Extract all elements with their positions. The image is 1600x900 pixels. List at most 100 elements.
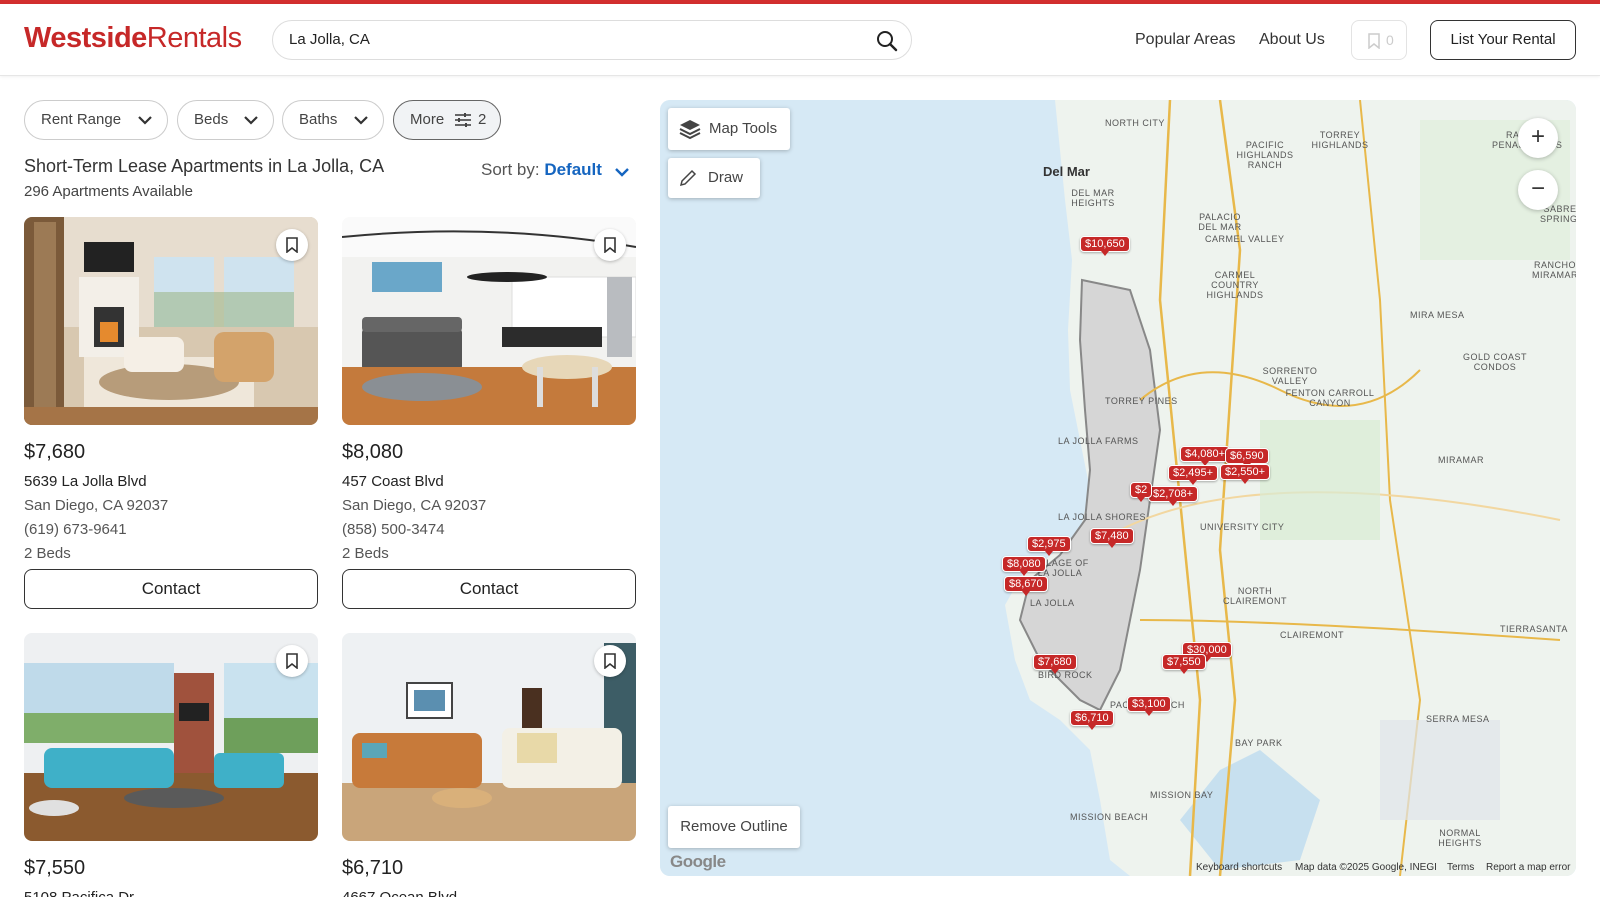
map-price-pin[interactable]: $2 [1130, 482, 1153, 502]
nav-popular-areas[interactable]: Popular Areas [1135, 31, 1236, 49]
listing-phone[interactable]: (619) 673-9641 [24, 521, 127, 538]
zoom-in-button[interactable]: + [1518, 118, 1558, 158]
site-header: WestsideRentals Popular Areas About Us 0… [0, 4, 1600, 76]
map-label: Del Mar [1043, 164, 1090, 179]
map-label: BIRD ROCK [1038, 670, 1093, 680]
listing-address[interactable]: 5639 La Jolla Blvd [24, 473, 147, 490]
map-label: NORTH CITY [1105, 118, 1165, 128]
zoom-out-button[interactable]: − [1518, 170, 1558, 210]
save-listing-button[interactable] [276, 229, 308, 261]
pencil-icon [679, 169, 697, 187]
brand-part1: Westside [24, 22, 147, 54]
filter-beds[interactable]: Beds [177, 100, 274, 140]
filter-more[interactable]: More 2 [393, 100, 501, 140]
map-label: NORMAL HEIGHTS [1438, 828, 1482, 848]
map-price-pin[interactable]: $2,975 [1027, 536, 1071, 556]
save-listing-button[interactable] [594, 229, 626, 261]
listing-address[interactable]: 5108 Pacifica Dr [24, 889, 134, 897]
map-price-pin[interactable]: $2,495+ [1168, 465, 1219, 485]
listing-photo[interactable] [24, 633, 318, 841]
report-map-error-link[interactable]: Report a map error [1486, 862, 1570, 873]
results-count: 296 Apartments Available [24, 183, 194, 200]
map-label: CARMEL VALLEY [1205, 234, 1285, 244]
listing-address[interactable]: 457 Coast Blvd [342, 473, 444, 490]
listing-photo[interactable] [24, 217, 318, 425]
map-data-attribution: Map data ©2025 Google, INEGI [1295, 862, 1437, 873]
map-label: MIRA MESA [1410, 310, 1465, 320]
nav-about-us[interactable]: About Us [1259, 31, 1325, 49]
sort-label: Sort by: [481, 160, 540, 179]
listing-city: San Diego, CA 92037 [342, 497, 487, 514]
chevron-down-icon [615, 168, 629, 177]
map-label: SERRA MESA [1426, 714, 1490, 724]
map-price-pin[interactable]: $2,550+ [1220, 464, 1271, 484]
listing-photo[interactable] [342, 633, 636, 841]
map-price-pin[interactable]: $8,080 [1002, 556, 1046, 576]
filter-more-count: 2 [478, 111, 487, 128]
listing-photo[interactable] [342, 217, 636, 425]
listing-phone[interactable]: (858) 500-3474 [342, 521, 445, 538]
filter-label: More [410, 111, 445, 128]
map-label: GOLD COAST CONDOS [1462, 352, 1527, 372]
favorites-button[interactable]: 0 [1351, 20, 1407, 60]
listing-beds: 2 Beds [342, 545, 389, 562]
contact-button[interactable]: Contact [342, 569, 636, 609]
map-price-pin[interactable]: $7,680 [1033, 654, 1077, 674]
map-label: NORTH CLAIREMONT [1222, 586, 1287, 606]
layers-icon [679, 120, 701, 140]
search-input[interactable] [289, 31, 849, 48]
map-label: RANCHO MIRAMAR [1532, 260, 1576, 280]
bookmark-icon [1368, 33, 1380, 49]
filter-label: Baths [299, 111, 338, 128]
map-price-pin[interactable]: $7,550 [1162, 654, 1206, 674]
map-label: CLAIREMONT [1280, 630, 1345, 640]
listing-beds: 2 Beds [24, 545, 71, 562]
map-price-pin[interactable]: $4,080+ [1180, 446, 1231, 466]
sort-dropdown[interactable]: Sort by: Default [481, 160, 629, 180]
chevron-down-icon [138, 116, 152, 125]
draw-button[interactable]: Draw [668, 158, 760, 198]
chevron-down-icon [354, 116, 368, 125]
draw-label: Draw [708, 169, 744, 186]
map-label: TIERRASANTA [1500, 624, 1568, 634]
search-icon[interactable] [875, 29, 899, 53]
listing-price: $8,080 [342, 441, 404, 463]
map-label: MISSION BAY [1150, 790, 1214, 800]
map-label: UNIVERSITY CITY [1200, 522, 1285, 532]
bookmark-icon [604, 653, 616, 669]
map-price-pin[interactable]: $6,590 [1225, 448, 1269, 468]
map-view[interactable]: NORTH CITY TORREY HIGHLANDS PACIFIC HIGH… [660, 100, 1576, 876]
listing-price: $6,710 [342, 857, 404, 879]
filter-rent-range[interactable]: Rent Range [24, 100, 168, 140]
bookmark-icon [286, 653, 298, 669]
filter-label: Beds [194, 111, 229, 128]
map-label: TORREY PINES [1105, 396, 1178, 406]
sliders-icon [455, 113, 471, 127]
terms-link[interactable]: Terms [1447, 862, 1474, 873]
map-price-pin[interactable]: $7,480 [1090, 528, 1134, 548]
map-price-pin[interactable]: $3,100 [1127, 696, 1171, 716]
brand-logo[interactable]: WestsideRentals [24, 22, 242, 55]
remove-outline-button[interactable]: Remove Outline [668, 806, 800, 848]
map-tools-label: Map Tools [709, 120, 778, 137]
favorites-count: 0 [1386, 32, 1394, 48]
map-price-pin[interactable]: $10,650 [1080, 236, 1130, 256]
save-listing-button[interactable] [594, 645, 626, 677]
list-your-rental-button[interactable]: List Your Rental [1430, 20, 1576, 60]
bookmark-icon [286, 237, 298, 253]
map-price-pin[interactable]: $2,708+ [1148, 486, 1199, 506]
map-price-pin[interactable]: $8,670 [1004, 576, 1048, 596]
contact-button[interactable]: Contact [24, 569, 318, 609]
listing-address[interactable]: 4667 Ocean Blvd [342, 889, 457, 897]
bookmark-icon [604, 237, 616, 253]
map-label: PACIFIC HIGHLANDS RANCH [1236, 140, 1294, 170]
map-label: TORREY HIGHLANDS [1311, 130, 1369, 150]
filter-baths[interactable]: Baths [282, 100, 384, 140]
map-label: PALACIO DEL MAR [1198, 212, 1242, 232]
map-label: LA JOLLA FARMS [1058, 436, 1139, 446]
map-tools-button[interactable]: Map Tools [668, 108, 790, 150]
brand-part2: Rentals [146, 22, 242, 54]
save-listing-button[interactable] [276, 645, 308, 677]
map-price-pin[interactable]: $6,710 [1070, 710, 1114, 730]
keyboard-shortcuts-link[interactable]: Keyboard shortcuts [1196, 862, 1282, 873]
